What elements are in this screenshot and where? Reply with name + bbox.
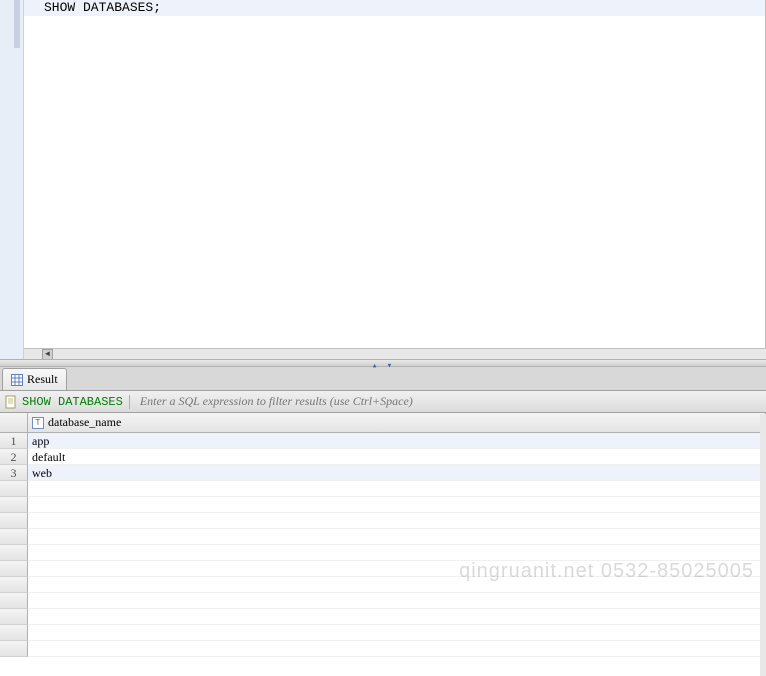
empty-row: [0, 529, 766, 545]
data-cell[interactable]: app: [28, 433, 766, 449]
sql-keyword: SHOW DATABASES: [44, 0, 153, 15]
vertical-scrollbar[interactable]: [760, 414, 766, 676]
editor-content[interactable]: SHOW DATABASES;: [24, 0, 766, 359]
sql-editor-pane: SHOW DATABASES; ◄: [0, 0, 766, 359]
editor-gutter: [0, 0, 24, 359]
gutter-marker: [14, 0, 20, 48]
table-row[interactable]: 2 default: [0, 449, 766, 465]
results-toolbar: SHOW DATABASES: [0, 391, 766, 413]
empty-row: [0, 561, 766, 577]
empty-row: [0, 577, 766, 593]
empty-row: [0, 593, 766, 609]
sql-semicolon: ;: [153, 0, 161, 15]
data-cell[interactable]: web: [28, 465, 766, 481]
empty-row: [0, 609, 766, 625]
empty-row: [0, 481, 766, 497]
table-row[interactable]: 3 web: [0, 465, 766, 481]
column-header-database-name[interactable]: T database_name: [28, 413, 766, 432]
document-icon: [4, 395, 18, 409]
tab-label: Result: [27, 372, 58, 387]
rownum-cell[interactable]: 1: [0, 433, 28, 449]
empty-row: [0, 513, 766, 529]
empty-row: [0, 641, 766, 657]
editor-horizontal-scrollbar[interactable]: ◄: [24, 348, 766, 359]
empty-row: [0, 625, 766, 641]
pane-splitter[interactable]: ▴ ▾: [0, 359, 766, 367]
data-cell[interactable]: default: [28, 449, 766, 465]
empty-row: [0, 545, 766, 561]
grid-header-row: T database_name: [0, 413, 766, 433]
rownum-cell[interactable]: 2: [0, 449, 28, 465]
empty-row: [0, 497, 766, 513]
editor-line[interactable]: SHOW DATABASES;: [24, 0, 765, 16]
executed-sql-label: SHOW DATABASES: [22, 395, 130, 409]
grid-icon: [11, 374, 23, 386]
rownum-cell[interactable]: 3: [0, 465, 28, 481]
results-grid: T database_name 1 app 2 default 3 web: [0, 413, 766, 676]
splitter-handle-icon: ▴ ▾: [372, 361, 394, 371]
tab-result[interactable]: Result: [2, 368, 67, 390]
text-type-icon: T: [32, 417, 44, 429]
table-row[interactable]: 1 app: [0, 433, 766, 449]
column-header-label: database_name: [48, 415, 121, 430]
rownum-header[interactable]: [0, 413, 28, 432]
filter-input[interactable]: [134, 394, 762, 409]
